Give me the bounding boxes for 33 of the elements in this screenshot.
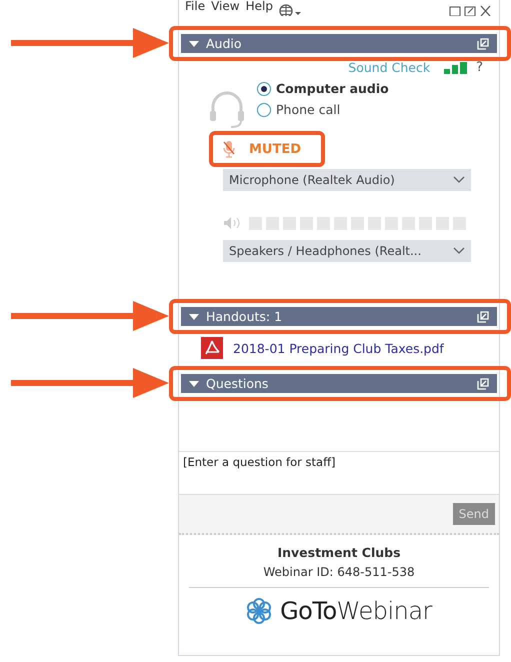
pop-out-icon[interactable] <box>477 38 489 50</box>
menu-item[interactable]: Help <box>246 0 273 12</box>
menu-item[interactable]: File <box>185 0 206 12</box>
chevron-down-icon <box>453 247 465 255</box>
section-header[interactable]: Questions <box>181 374 497 393</box>
section-title: Handouts: 1 <box>206 309 284 324</box>
pop-out-icon[interactable] <box>477 378 489 390</box>
section-header[interactable]: Handouts: 1 <box>181 307 497 326</box>
pdf-icon <box>201 337 223 359</box>
flower-logo-icon <box>246 598 272 624</box>
handout-link[interactable]: 2018-01 Preparing Club Taxes.pdf <box>233 340 444 356</box>
webinar-id: Webinar ID: 648-511-538 <box>189 565 489 588</box>
headset-icon <box>209 89 245 129</box>
section-title: Audio <box>206 36 243 51</box>
chevron-down-icon <box>453 176 465 184</box>
webinar-title: Investment Clubs <box>277 545 401 560</box>
section-header[interactable]: Audio <box>181 34 497 53</box>
radio-option[interactable]: Phone call <box>257 102 389 117</box>
radio-option[interactable]: Computer audio <box>257 81 389 96</box>
product-logo: GoToWebinar <box>280 597 432 625</box>
question-field[interactable]: [Enter a question for staff] <box>179 451 499 495</box>
help-link[interactable]: ? <box>476 60 483 75</box>
window-controls-icon[interactable] <box>449 4 493 16</box>
speakers-dropdown[interactable]: Speakers / Headphones (Realt... <box>223 240 471 262</box>
signal-bars-icon <box>444 62 468 74</box>
speaker-icon <box>223 216 241 230</box>
pop-out-icon[interactable] <box>477 310 489 322</box>
section-title: Questions <box>206 376 270 391</box>
globe-icon[interactable] <box>278 4 301 16</box>
muted-status: MUTED <box>249 142 302 156</box>
menu-item[interactable]: View <box>211 0 240 12</box>
muted-microphone-icon <box>223 140 235 158</box>
microphone-dropdown[interactable]: Microphone (Realtek Audio) <box>223 169 471 191</box>
